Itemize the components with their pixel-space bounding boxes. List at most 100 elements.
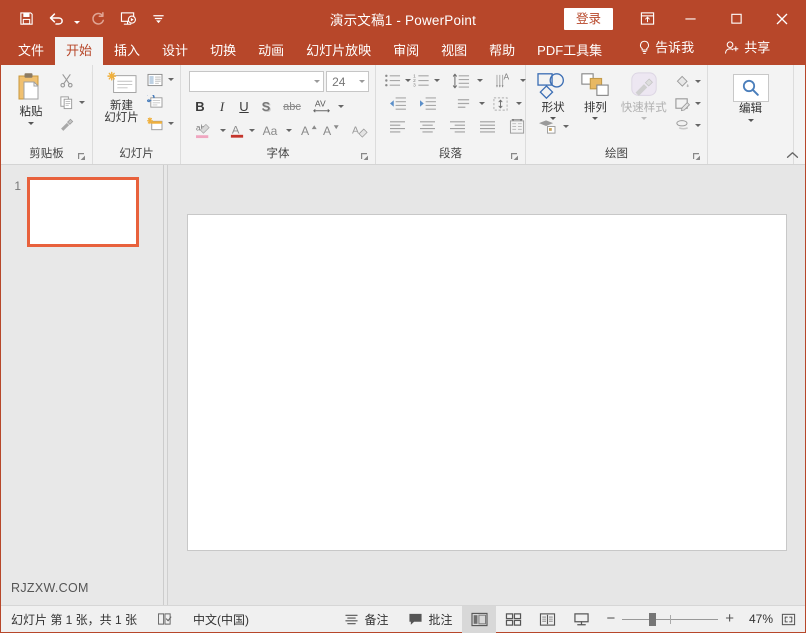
justify-button[interactable] [472,116,502,137]
paragraph-dialog-launcher[interactable] [510,152,519,161]
shapes-dropdown-icon[interactable] [550,117,557,120]
underline-button[interactable]: U [233,96,255,117]
quick-styles-button[interactable]: 快速样式 [616,68,671,120]
zoom-in-button[interactable]: + [725,611,734,626]
editing-dropdown-icon[interactable] [747,119,754,122]
align-right-button[interactable] [442,116,472,137]
drawing-dialog-launcher[interactable] [692,152,701,161]
clear-formatting-button[interactable]: A [348,120,370,141]
comments-button[interactable]: 批注 [398,606,462,632]
start-presentation-icon[interactable] [113,5,143,33]
paste-button[interactable]: 粘贴 [7,68,55,125]
bold-button[interactable]: B [189,96,211,117]
font-name-input[interactable] [189,71,325,92]
shape-effects-button[interactable] [671,115,693,136]
font-name-dropdown-icon[interactable] [314,80,321,83]
cut-button[interactable] [55,70,77,91]
zoom-slider-handle[interactable] [649,612,657,626]
arrange-dropdown-icon[interactable] [592,117,599,120]
strikethrough-button[interactable]: abc [277,96,307,117]
copy-dropdown-icon[interactable] [79,101,85,104]
zoom-out-button[interactable]: − [606,611,615,626]
zoom-slider[interactable] [622,612,719,626]
tab-transitions[interactable]: 切换 [199,37,247,65]
quick-styles-dropdown-icon[interactable] [640,117,647,120]
redo-icon[interactable] [83,5,113,33]
zoom-percent-label[interactable]: 47% [741,612,773,626]
italic-button[interactable]: I [211,96,233,117]
font-dialog-launcher[interactable] [360,152,369,161]
tab-view[interactable]: 视图 [430,37,478,65]
decrease-indent-button[interactable] [382,93,412,114]
sign-in-button[interactable]: 登录 [563,7,613,30]
slide-thumbnail-1[interactable] [27,177,139,247]
tab-animations[interactable]: 动画 [247,37,295,65]
spellcheck-status[interactable] [147,606,183,632]
shapes-button[interactable]: 形状 [532,68,574,120]
section-dropdown-icon[interactable] [168,122,174,125]
increase-indent-button[interactable] [412,93,442,114]
reading-view-button[interactable] [530,606,564,633]
tab-file[interactable]: 文件 [7,37,55,65]
text-shadow-button[interactable]: S [255,96,277,117]
align-text-button[interactable] [448,93,478,114]
text-fit-dropdown-icon[interactable] [516,102,522,105]
undo-icon[interactable] [41,5,71,33]
tab-slideshow[interactable]: 幻灯片放映 [295,37,382,65]
layout-dropdown-icon[interactable] [168,78,174,81]
slide-count-status[interactable]: 幻灯片 第 1 张，共 1 张 [1,606,147,632]
collapse-ribbon-button[interactable] [786,151,799,160]
editing-button[interactable]: 编辑 [727,71,775,122]
align-left-button[interactable] [382,116,412,137]
slide-sorter-view-button[interactable] [496,606,530,633]
new-slide-button[interactable]: 新建 幻灯片 [99,68,144,124]
change-case-dropdown-icon[interactable] [286,129,292,132]
tab-help[interactable]: 帮助 [478,37,526,65]
shape-outline-button[interactable] [671,93,693,114]
customize-qat-icon[interactable] [143,5,173,33]
ribbon-display-options-icon[interactable] [627,1,667,36]
notes-button[interactable]: 备注 [334,606,398,632]
grow-font-button[interactable]: A [298,120,320,141]
share-button[interactable]: 共享 [713,34,781,65]
slide-thumbnail-pane[interactable]: 1 RJZXW.COM [1,165,164,605]
line-spacing-dropdown-icon[interactable] [477,79,483,82]
shape-fill-dropdown-icon[interactable] [695,80,702,83]
layout-button[interactable] [144,69,166,90]
convert-smartart-button-top[interactable] [485,93,515,114]
shape-effects-dropdown-icon[interactable] [695,124,702,127]
numbering-button[interactable]: 123 [411,70,433,91]
copy-button[interactable] [55,92,77,113]
font-color-button[interactable]: A [226,120,248,141]
save-icon[interactable] [11,5,41,33]
bullets-button[interactable] [382,70,404,91]
character-spacing-dropdown-icon[interactable] [338,105,344,108]
numbering-dropdown-icon[interactable] [434,79,440,82]
align-center-button[interactable] [412,116,442,137]
list-item[interactable]: 1 [1,165,163,247]
fit-slide-to-window-button[interactable] [780,612,797,627]
change-case-button[interactable]: Aa [255,120,285,141]
paste-dropdown-icon[interactable] [28,122,34,125]
tell-me-box[interactable]: 告诉我 [627,34,705,65]
text-direction-button[interactable]: A [489,70,519,91]
shrink-font-button[interactable]: A [320,120,342,141]
shape-fill-button[interactable] [671,71,693,92]
slide-canvas-pane[interactable] [168,165,805,605]
section-button[interactable] [144,113,166,134]
shape-outline-dropdown-icon[interactable] [695,102,702,105]
normal-view-button[interactable] [462,605,497,633]
undo-dropdown-icon[interactable] [71,5,83,33]
tab-insert[interactable]: 插入 [103,37,151,65]
close-button[interactable] [759,1,805,36]
slide-editing-surface[interactable] [186,213,787,551]
maximize-button[interactable] [713,1,759,36]
minimize-button[interactable] [667,1,713,36]
clipboard-dialog-launcher[interactable] [77,152,86,161]
slideshow-view-button[interactable] [564,606,598,633]
tab-review[interactable]: 审阅 [382,37,430,65]
font-size-input[interactable]: 24 [326,71,369,92]
tab-design[interactable]: 设计 [151,37,199,65]
reset-slide-button[interactable] [144,91,166,112]
font-size-dropdown-icon[interactable] [359,80,365,83]
